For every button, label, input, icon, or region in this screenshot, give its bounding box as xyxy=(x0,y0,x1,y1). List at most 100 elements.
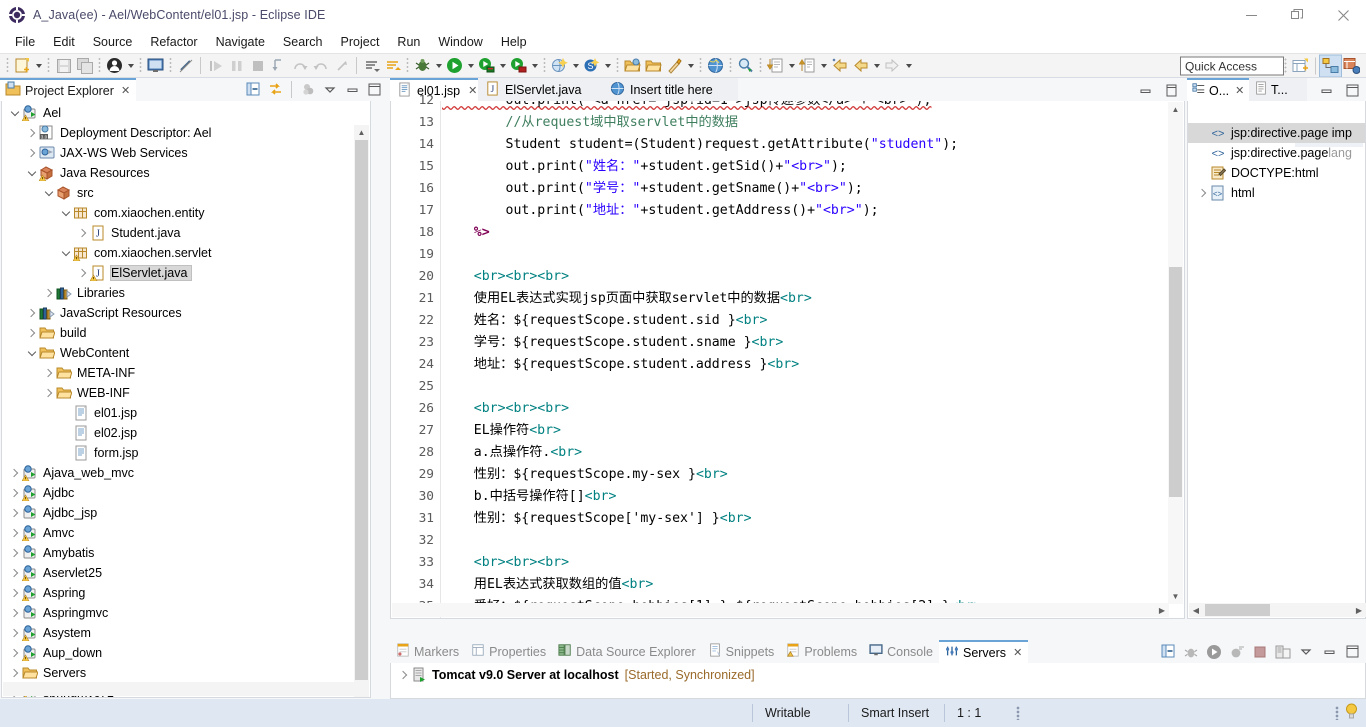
tree-item[interactable]: Amybatis xyxy=(2,543,370,563)
bottom-tab-snippets[interactable]: Snippets xyxy=(702,640,781,663)
user-icon[interactable] xyxy=(104,55,125,76)
view-menu-icon[interactable] xyxy=(1296,642,1316,661)
minimize-icon[interactable] xyxy=(342,80,362,99)
save-icon[interactable] xyxy=(53,55,74,76)
tree-item[interactable]: form.jsp xyxy=(2,443,370,463)
scroll-left-icon[interactable]: ◀ xyxy=(1189,603,1203,617)
chevron-down-icon[interactable] xyxy=(25,163,39,183)
close-icon[interactable]: ✕ xyxy=(468,84,477,97)
chevron-right-icon[interactable] xyxy=(8,483,22,503)
outline-horizontal-scrollbar[interactable]: ◀ ▶ xyxy=(1189,603,1366,617)
menu-item-project[interactable]: Project xyxy=(332,32,389,52)
minimize-icon[interactable] xyxy=(1135,81,1155,100)
chevron-right-icon[interactable] xyxy=(25,303,39,323)
tree-item[interactable]: el02.jsp xyxy=(2,423,370,443)
minimize-icon[interactable] xyxy=(1316,81,1336,100)
java-perspective-icon[interactable] xyxy=(1341,55,1362,76)
search-icon[interactable] xyxy=(735,55,756,76)
bottom-tab-properties[interactable]: Properties xyxy=(465,640,552,663)
chevron-right-icon[interactable] xyxy=(42,383,56,403)
code-line[interactable]: <br><br><br> xyxy=(442,552,569,574)
java-ee-perspective-icon[interactable] xyxy=(1319,54,1342,77)
chevron-right-icon[interactable] xyxy=(76,263,90,283)
project-explorer-horizontal-scrollbar[interactable] xyxy=(3,682,357,696)
menu-item-refactor[interactable]: Refactor xyxy=(141,32,206,52)
skip-breakpoints-icon[interactable] xyxy=(175,55,196,76)
code-line[interactable]: b.中括号操作符[]<br> xyxy=(442,486,617,508)
lightbulb-icon[interactable] xyxy=(1345,703,1358,723)
build-dropdown-icon[interactable] xyxy=(685,55,696,76)
tree-item[interactable]: Aup_down xyxy=(2,643,370,663)
code-line[interactable]: 性别：${requestScope['my-sex'] }<br> xyxy=(442,508,752,530)
maximize-icon[interactable] xyxy=(1342,81,1362,100)
tree-item[interactable]: src xyxy=(2,183,370,203)
scroll-down-icon[interactable]: ▼ xyxy=(1168,589,1183,604)
code-line[interactable]: out.print("学号："+student.getSname()+"<br>… xyxy=(442,178,863,200)
tree-item[interactable]: com.xiaochen.entity xyxy=(2,203,370,223)
open-type-icon[interactable] xyxy=(797,55,818,76)
outline-item[interactable]: <> jsp:directive.page lang xyxy=(1188,143,1365,163)
chevron-right-icon[interactable] xyxy=(8,583,22,603)
tree-item[interactable]: Libraries xyxy=(2,283,370,303)
tab-project-explorer[interactable]: Project Explorer ✕ xyxy=(0,78,137,101)
editor-text-area[interactable]: 12 13 14 15 16 17 18 19 20 21 22 23 24 25 26 27 28 29 30 31… xyxy=(390,93,1185,619)
collapse-all-icon[interactable] xyxy=(243,80,263,99)
tree-item[interactable]: WEB-INF xyxy=(2,383,370,403)
code-line[interactable]: 爱好：${requestScope.hobbies[1] },${request… xyxy=(442,596,982,603)
code-line[interactable]: 学号：${requestScope.student.sname }<br> xyxy=(442,332,784,354)
open-perspective-icon[interactable] xyxy=(1290,55,1311,76)
user-dropdown-icon[interactable] xyxy=(125,55,136,76)
start-server-icon[interactable] xyxy=(1204,642,1224,661)
debug-icon[interactable] xyxy=(412,55,433,76)
menu-item-run[interactable]: Run xyxy=(388,32,429,52)
chevron-right-icon[interactable] xyxy=(76,223,90,243)
tree-item[interactable]: el01.jsp xyxy=(2,403,370,423)
tree-item[interactable]: com.xiaochen.servlet xyxy=(2,243,370,263)
outline-tab-0[interactable]: O... ✕ xyxy=(1187,78,1249,101)
scroll-up-icon[interactable]: ▲ xyxy=(354,125,369,140)
tree-item[interactable]: Aspringmvc xyxy=(2,603,370,623)
editor-horizontal-scrollbar[interactable]: ▶ xyxy=(392,603,1169,617)
tree-item[interactable]: Asystem xyxy=(2,623,370,643)
code-line[interactable]: a.点操作符.<br> xyxy=(442,442,582,464)
code-line[interactable]: 地址：${requestScope.student.address }<br> xyxy=(442,354,799,376)
previous-annotation-icon[interactable] xyxy=(382,55,403,76)
scroll-thumb[interactable] xyxy=(355,140,368,680)
bottom-tab-console[interactable]: Console xyxy=(863,640,939,663)
tree-item[interactable]: Aspring xyxy=(2,583,370,603)
code-line[interactable]: out.print("地址："+student.getAddress()+"<b… xyxy=(442,200,879,222)
close-icon[interactable]: ✕ xyxy=(121,84,130,97)
menu-item-search[interactable]: Search xyxy=(274,32,332,52)
chevron-right-icon[interactable] xyxy=(8,643,22,663)
menu-item-file[interactable]: File xyxy=(6,32,44,52)
menu-item-help[interactable]: Help xyxy=(492,32,536,52)
chevron-right-icon[interactable] xyxy=(8,523,22,543)
chevron-down-icon[interactable] xyxy=(8,103,22,123)
debug-dropdown-icon[interactable] xyxy=(433,55,444,76)
tree-item[interactable]: Amvc xyxy=(2,523,370,543)
chevron-right-icon[interactable] xyxy=(25,123,39,143)
outline-item[interactable]: <> html xyxy=(1188,183,1365,203)
web-browser-icon[interactable] xyxy=(705,55,726,76)
new-spring-icon[interactable]: S xyxy=(581,55,602,76)
tree-item-selected[interactable]: J ElServlet.java xyxy=(2,263,370,283)
chevron-right-icon[interactable] xyxy=(397,665,411,685)
maximize-icon[interactable] xyxy=(364,80,384,99)
restore-button[interactable] xyxy=(1274,0,1320,30)
bottom-tab-problems[interactable]: Problems xyxy=(780,640,863,663)
code-line[interactable]: <br><br><br> xyxy=(442,266,569,288)
debug-server-dropdown-icon[interactable] xyxy=(529,55,540,76)
menu-item-source[interactable]: Source xyxy=(84,32,142,52)
menu-item-window[interactable]: Window xyxy=(429,32,491,52)
chevron-right-icon[interactable] xyxy=(42,363,56,383)
scroll-right-icon[interactable]: ▶ xyxy=(1352,603,1366,617)
run-server-icon[interactable] xyxy=(476,55,497,76)
server-rows[interactable]: Tomcat v9.0 Server at localhost [Started,… xyxy=(391,663,1365,683)
chevron-down-icon[interactable] xyxy=(42,183,56,203)
chevron-right-icon[interactable] xyxy=(8,463,22,483)
code-line[interactable]: EL操作符<br> xyxy=(442,420,561,442)
tree-item[interactable]: JavaScript Resources xyxy=(2,303,370,323)
open-folder-plain-icon[interactable] xyxy=(643,55,664,76)
tree-item[interactable]: Ael xyxy=(2,103,370,123)
code-line[interactable]: Student student=(Student)request.getAttr… xyxy=(442,134,959,156)
